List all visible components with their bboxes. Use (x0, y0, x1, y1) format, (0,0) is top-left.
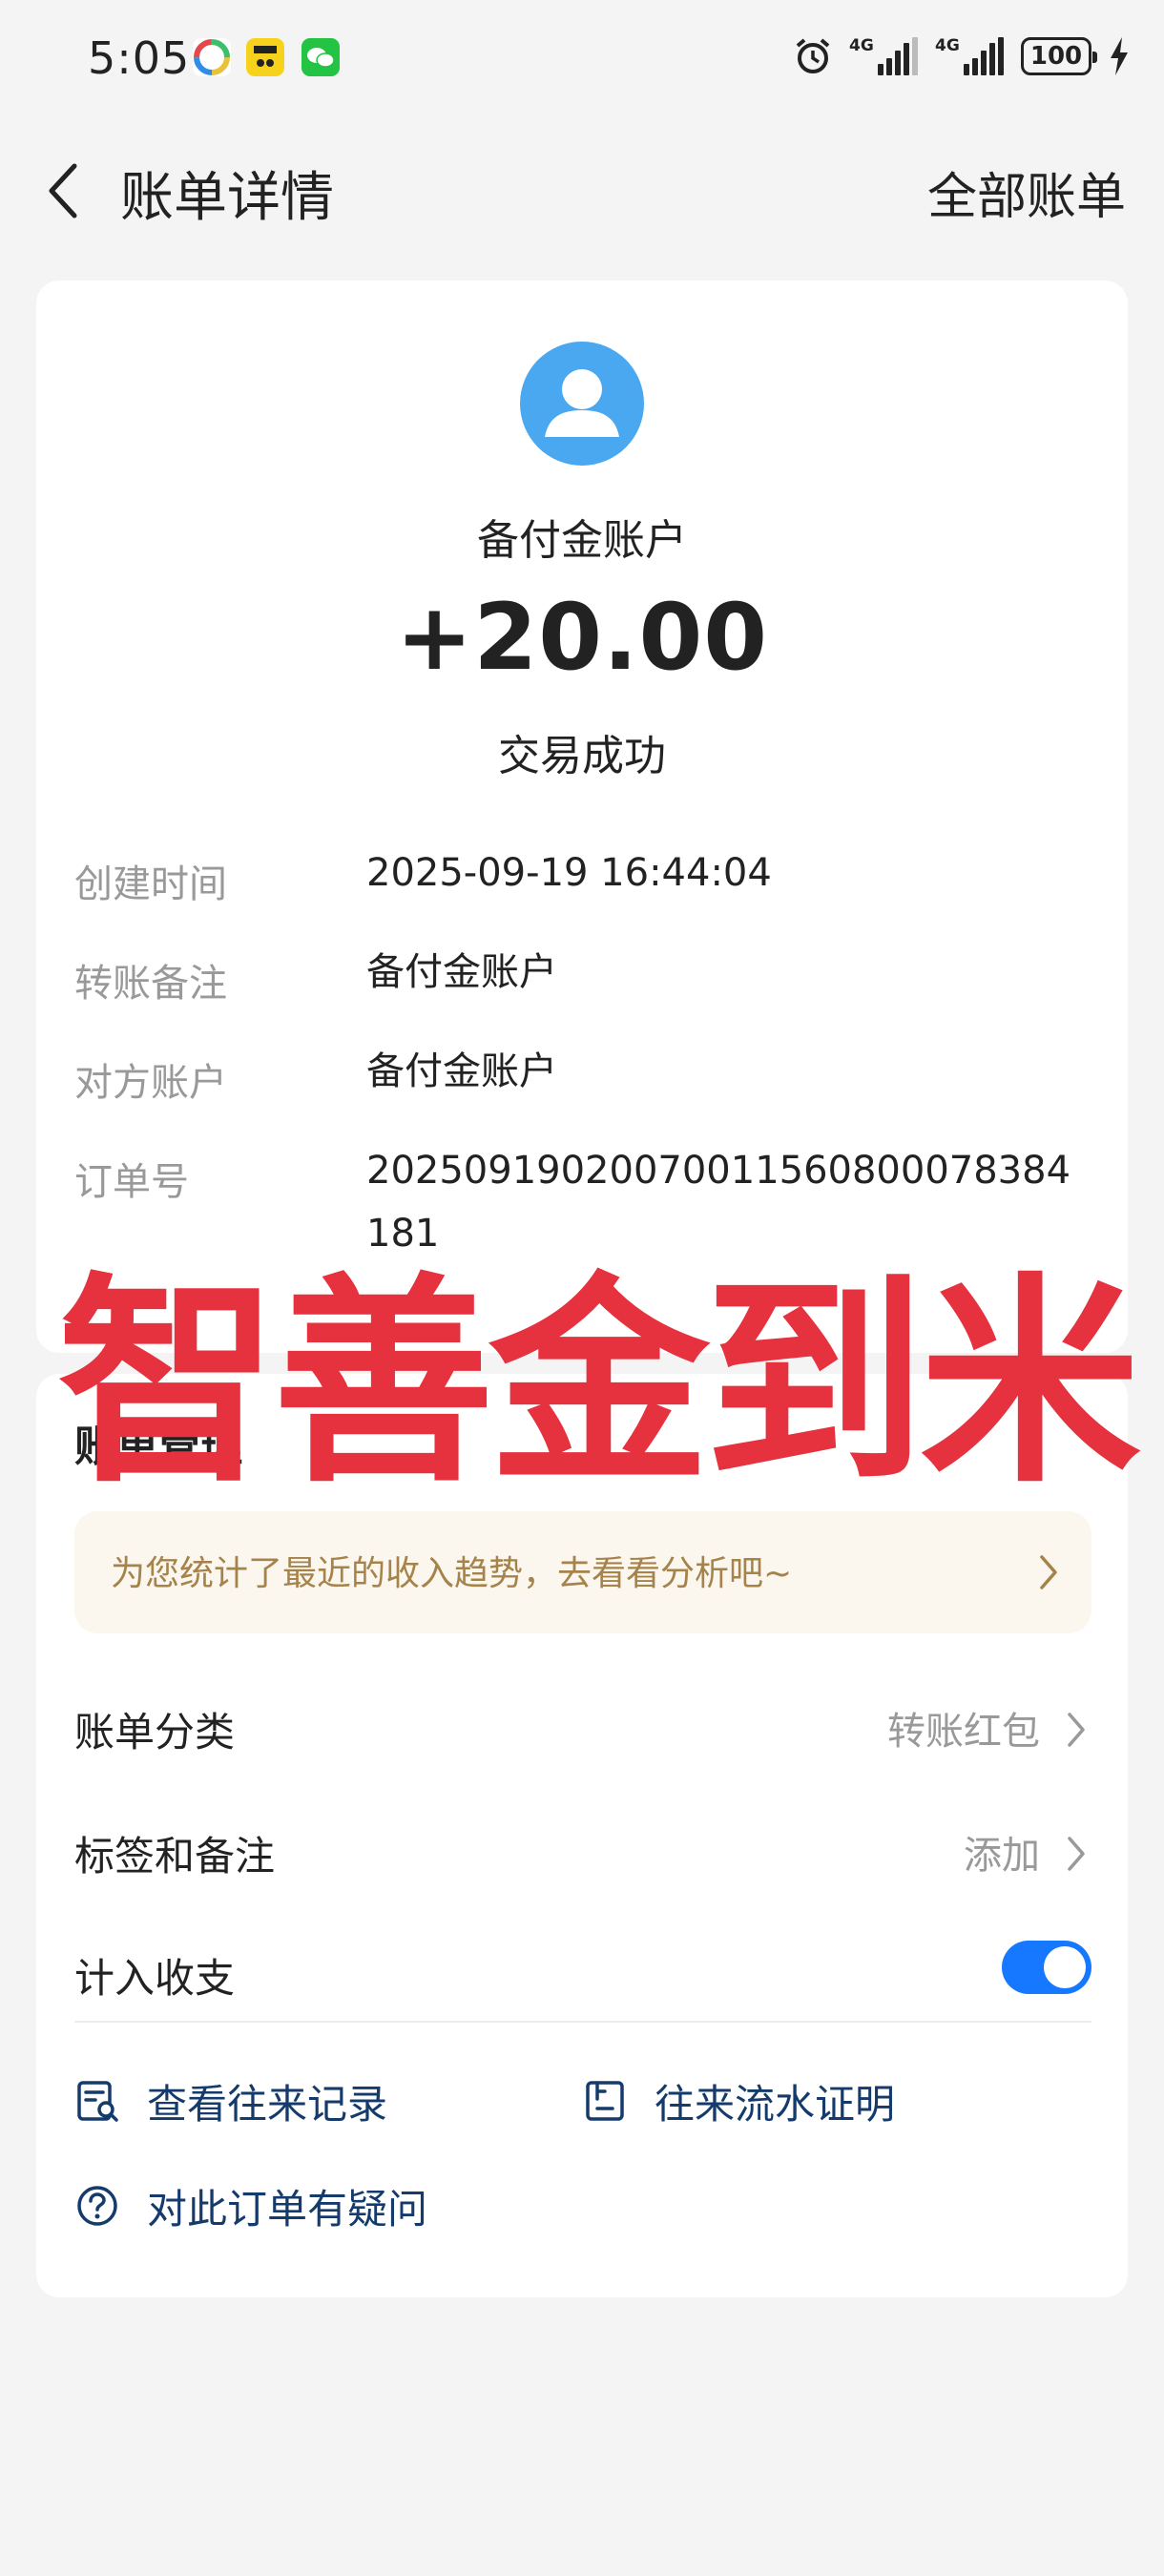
menu-label: 账单分类 (74, 1709, 236, 1755)
detail-label: 创建时间 (74, 862, 227, 906)
tip-text: 为您统计了最近的收入趋势，去看看分析吧~ (111, 1554, 793, 1593)
link-text: 查看往来记录 (147, 2080, 388, 2128)
status-icons: 4G 4G 100 (794, 32, 1130, 80)
bill-detail-page: 5:05 4G 4G 100 账单详情 全部账单 备付金账户 +20.00 交易… (0, 0, 1164, 2576)
menu-value: 转账红包 (887, 1710, 1040, 1754)
wechat-notification-icon (301, 38, 340, 76)
menu-value: 添加 (964, 1834, 1040, 1878)
detail-value: 2025-09-19 16:44:04 (366, 851, 772, 895)
include-in-budget-toggle[interactable] (1002, 1941, 1091, 1994)
status-bar: 5:05 4G 4G 100 (0, 0, 1164, 114)
tags-notes-row[interactable]: 标签和备注 添加 (74, 1801, 1091, 1897)
transaction-amount: +20.00 (395, 584, 769, 691)
chevron-right-icon (1040, 1555, 1057, 1589)
signal-icon-1: 4G (849, 37, 918, 75)
menu-label: 标签和备注 (74, 1833, 276, 1880)
income-trend-tip[interactable]: 为您统计了最近的收入趋势，去看看分析吧~ (74, 1511, 1091, 1633)
order-question-link[interactable]: 对此订单有疑问 (74, 2177, 427, 2234)
link-text: 往来流水证明 (655, 2080, 896, 2128)
charging-icon (1111, 37, 1128, 75)
counterparty-name: 备付金账户 (477, 516, 687, 565)
document-icon (586, 2081, 624, 2121)
status-time: 5:05 (88, 32, 191, 84)
user-avatar-icon (520, 342, 644, 466)
page-title: 账单详情 (120, 167, 334, 229)
include-in-budget-row: 计入收支 (74, 1923, 1091, 2019)
transaction-status: 交易成功 (498, 732, 666, 780)
bill-category-row[interactable]: 账单分类 转账红包 (74, 1677, 1091, 1773)
nav-bar: 账单详情 全部账单 (0, 134, 1164, 239)
alarm-icon (796, 38, 830, 73)
chevron-right-icon (1068, 1837, 1085, 1871)
all-bills-link[interactable]: 全部账单 (927, 156, 1126, 228)
detail-label: 转账备注 (74, 962, 227, 1006)
view-records-link[interactable]: 查看往来记录 (74, 2072, 387, 2129)
menu-label: 计入收支 (74, 1955, 236, 2002)
detail-value: 备付金账户 (366, 950, 557, 994)
back-arrow-icon[interactable] (42, 162, 90, 219)
question-circle-icon (77, 2186, 117, 2226)
watermark-overlay: 智善金到米 (57, 1255, 1141, 1512)
detail-value[interactable]: 20250919020070011560800078384181 (366, 1139, 1082, 1265)
app-notification-icon-1 (193, 38, 231, 76)
divider (74, 2021, 1091, 2023)
chevron-right-icon (1068, 1713, 1085, 1747)
records-search-icon (77, 2081, 118, 2122)
signal-icon-2: 4G (935, 37, 1004, 75)
detail-label: 订单号 (74, 1160, 189, 1204)
app-notification-icon-2 (246, 38, 284, 76)
battery-icon: 100 (1021, 37, 1097, 75)
link-text: 对此订单有疑问 (147, 2185, 428, 2233)
detail-value: 备付金账户 (366, 1049, 557, 1093)
toggle-knob (1044, 1946, 1086, 1988)
transaction-card: 备付金账户 +20.00 交易成功 创建时间 2025-09-19 16:44:… (36, 280, 1128, 1353)
statement-proof-link[interactable]: 往来流水证明 (582, 2072, 895, 2129)
detail-label: 对方账户 (74, 1061, 227, 1105)
